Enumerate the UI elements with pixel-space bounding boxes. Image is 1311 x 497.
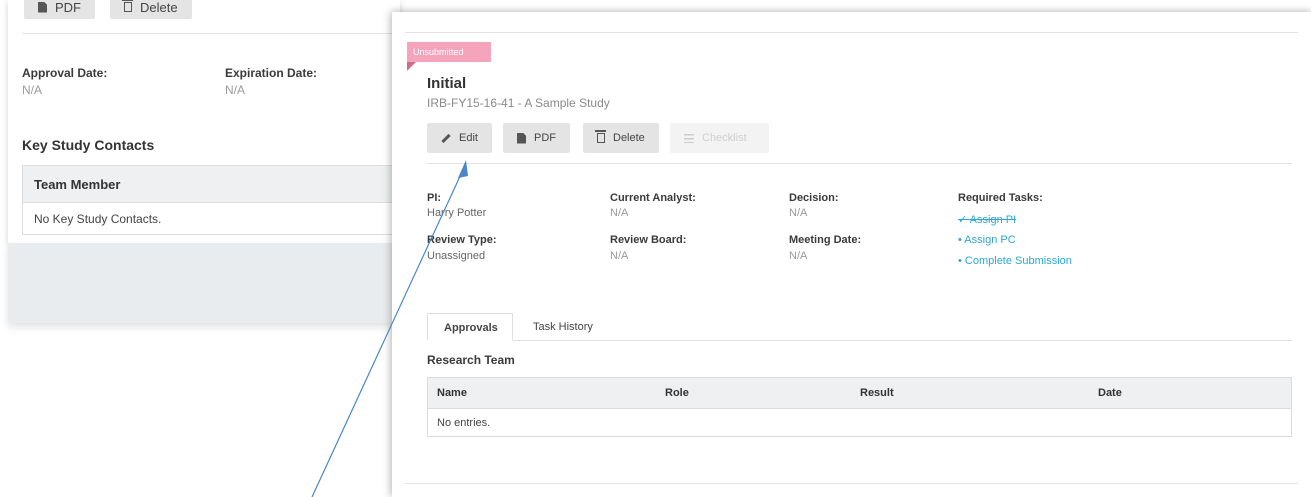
file-icon [517,132,526,144]
review-board-value: N/A [610,250,629,262]
tab-task-history[interactable]: Task History [517,313,609,341]
current-analyst-label: Current Analyst: [610,192,696,204]
pdf-button[interactable]: PDF [24,0,95,19]
front-pdf-button[interactable]: PDF [503,123,570,153]
checklist-button[interactable]: Checklist [670,123,769,153]
meeting-date-value: N/A [789,250,808,262]
divider [427,163,1292,164]
meeting-date-label: Meeting Date: [789,234,862,246]
task-complete-submission[interactable]: • Complete Submission [958,255,1072,267]
table-header-team-member: Team Member [23,166,393,203]
page-title: Initial [427,75,467,92]
task-assign-pc[interactable]: • Assign PC [958,234,1016,246]
column-name: Name [437,387,467,399]
review-board-label: Review Board: [610,234,687,246]
pencil-icon [441,133,451,143]
table-empty-row: No entries. [437,417,491,429]
expiration-date-value: N/A [225,83,246,97]
study-subtitle: IRB-FY15-16-41 - A Sample Study [427,96,610,110]
tab-bar: Approvals Task History [427,313,1292,341]
approval-date-label: Approval Date: [22,66,108,80]
pi-label: PI: [427,192,442,204]
tab-approvals[interactable]: Approvals [427,313,513,341]
required-tasks-label: Required Tasks: [958,192,1043,204]
file-icon [38,1,47,13]
pi-value: Harry Potter [427,207,487,219]
expiration-date-label: Expiration Date: [225,66,318,80]
column-result: Result [860,387,894,399]
background-footer [8,243,400,323]
edit-button[interactable]: Edit [427,123,492,153]
approval-date-value: N/A [22,83,43,97]
list-icon [684,133,694,143]
delete-button[interactable]: Delete [110,0,192,19]
research-team-heading: Research Team [427,353,515,367]
divider [22,33,394,34]
status-badge: Unsubmitted [407,42,491,62]
key-contacts-table: Team Member No Key Study Contacts. [22,165,394,235]
decision-label: Decision: [789,192,839,204]
decision-value: N/A [789,207,808,219]
column-date: Date [1098,387,1122,399]
table-header-row: Name Role Result Date [428,378,1291,409]
front-delete-button[interactable]: Delete [583,123,659,153]
current-analyst-value: N/A [610,207,629,219]
table-empty-row: No Key Study Contacts. [34,212,162,226]
key-study-contacts-heading: Key Study Contacts [22,137,155,153]
review-type-label: Review Type: [427,234,497,246]
trash-icon [595,130,606,143]
review-type-value: Unassigned [427,250,486,262]
trash-icon [122,0,133,12]
research-team-table: Name Role Result Date No entries. [427,377,1292,437]
column-role: Role [665,387,689,399]
status-badge-fold [407,62,416,71]
task-assign-pi[interactable]: ✓ Assign PI [958,213,1016,226]
